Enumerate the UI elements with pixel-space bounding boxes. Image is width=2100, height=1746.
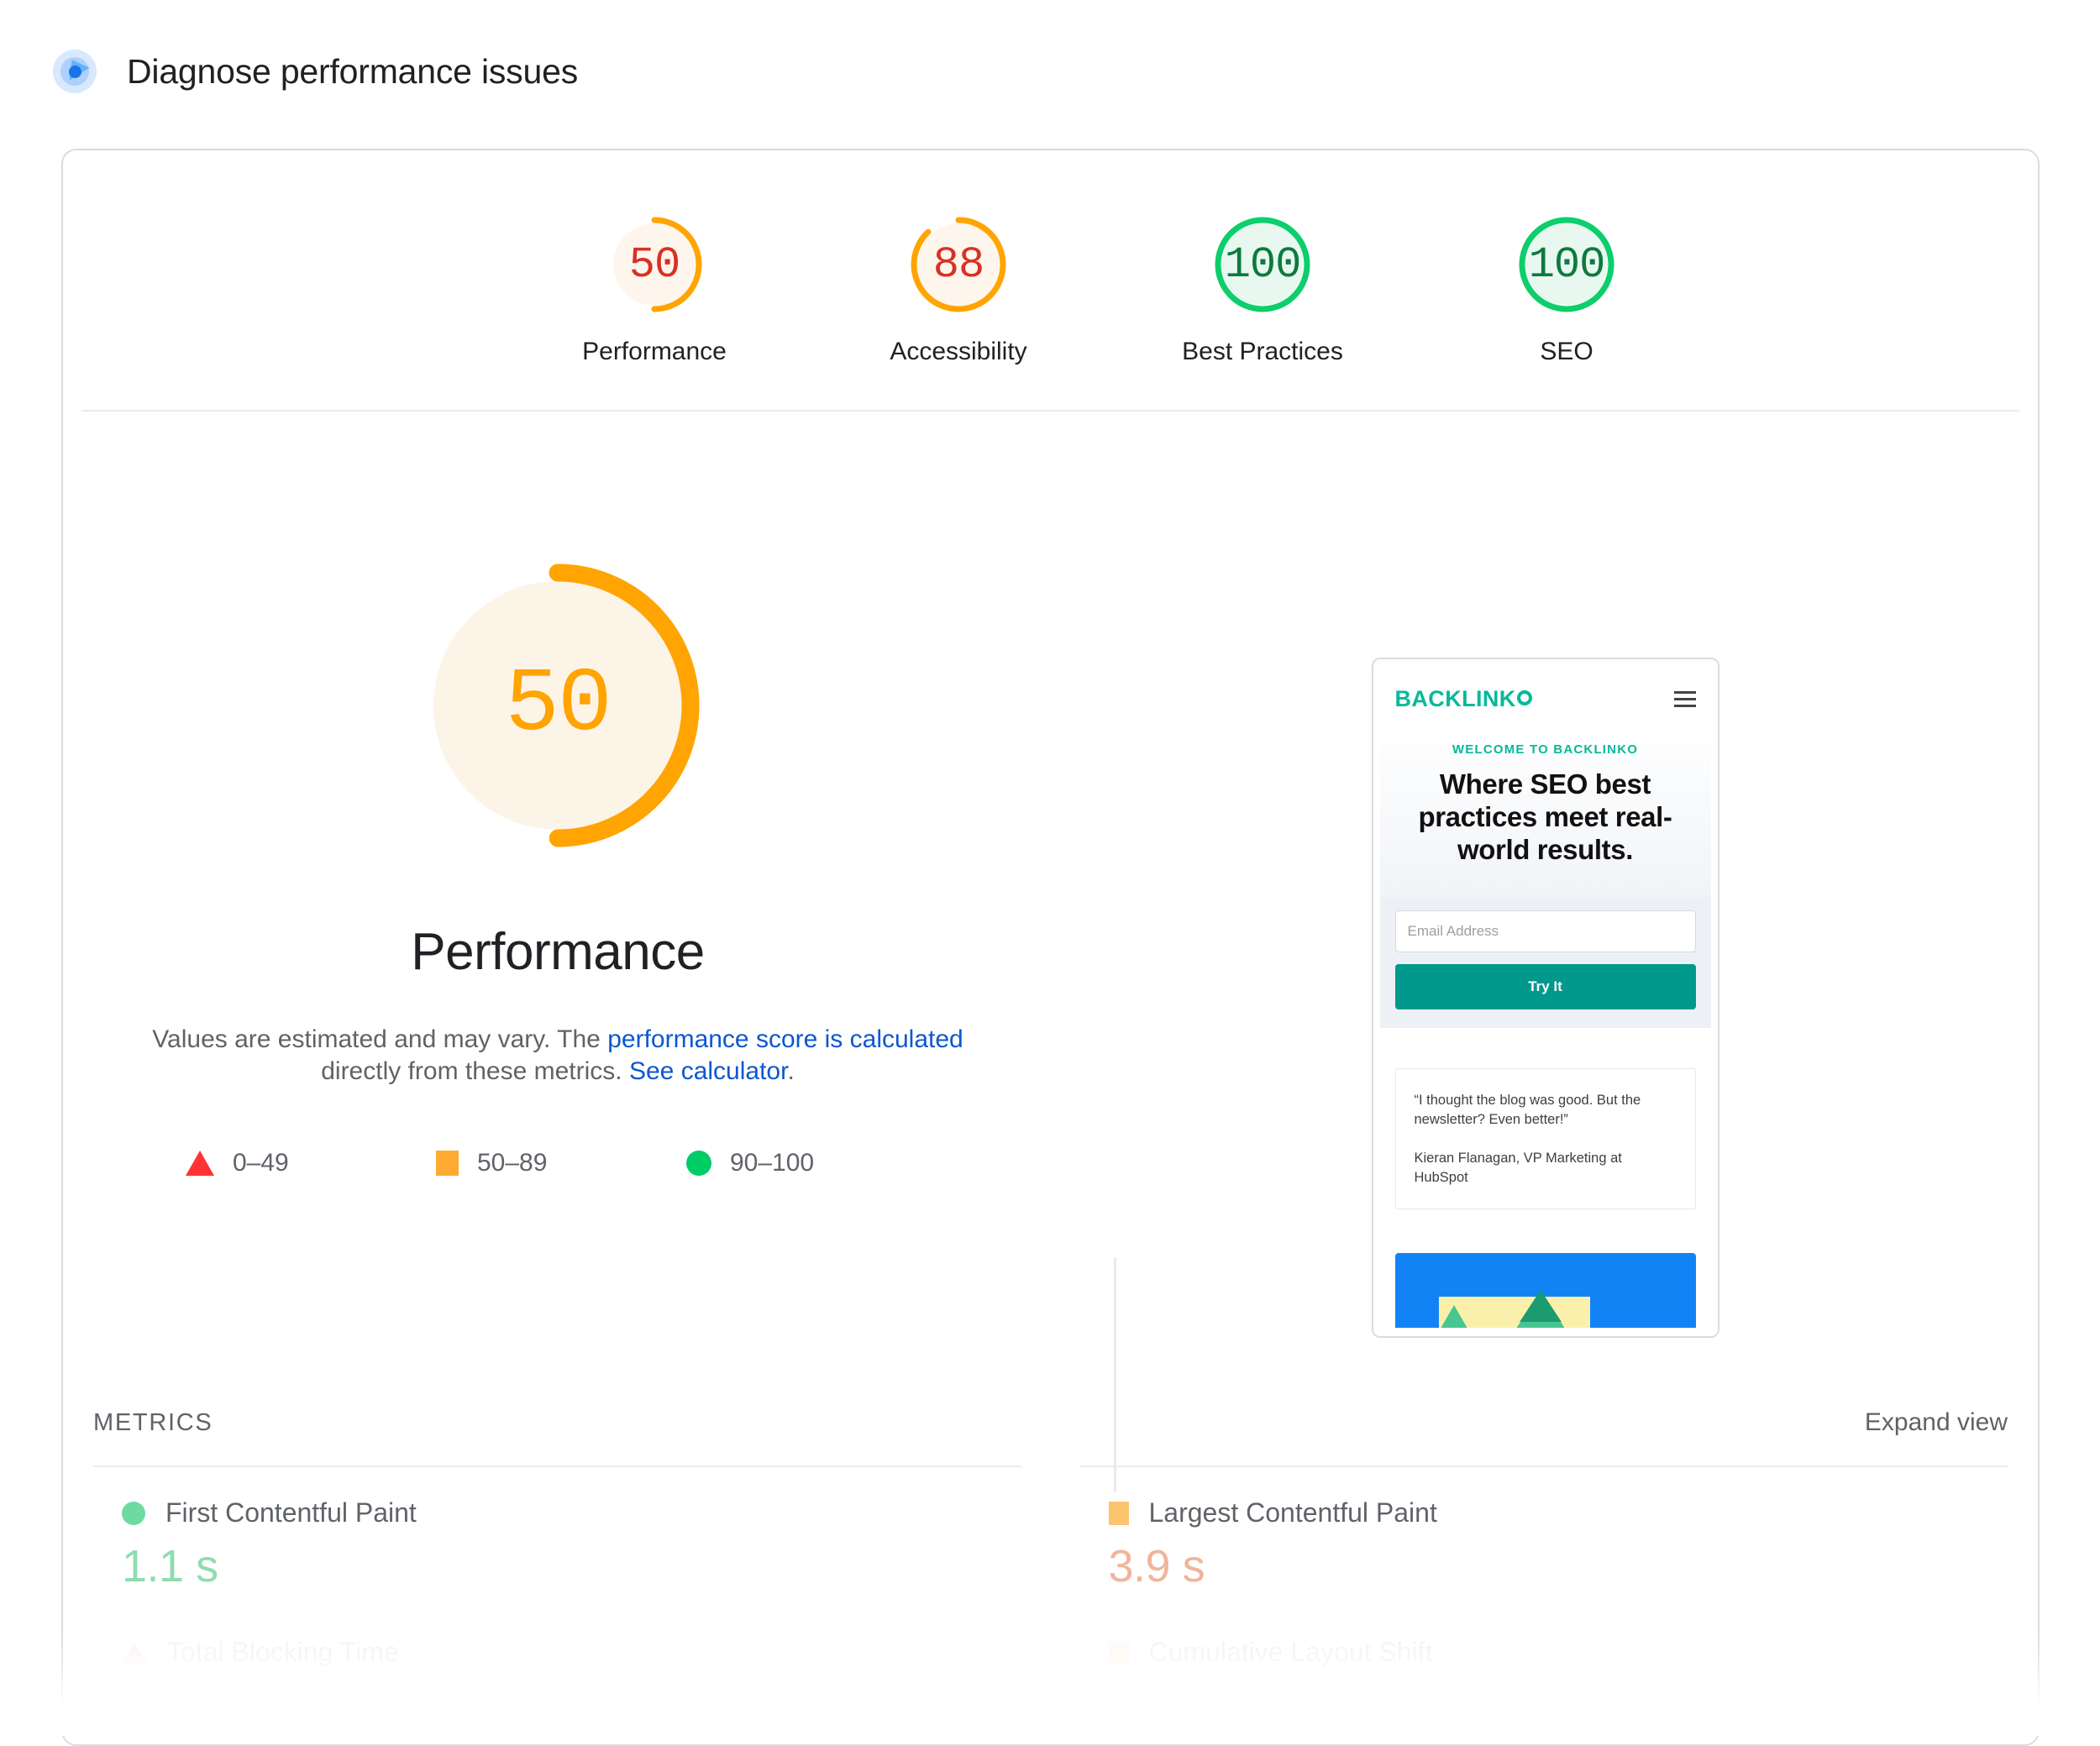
hamburger-menu-icon[interactable]: [1674, 691, 1696, 707]
legend-label-fail: 0–49: [233, 1149, 289, 1177]
triangle-fail-icon: [122, 1642, 147, 1664]
metrics-title: METRICS: [93, 1409, 213, 1437]
performance-description: Values are estimated and may vary. The p…: [134, 1024, 982, 1088]
legend-item-average: 50–89: [436, 1149, 686, 1177]
category-gauge-best-practices[interactable]: 100 Best Practices: [1110, 213, 1415, 366]
gauge-ring-performance: 50: [603, 213, 706, 316]
legend-item-pass: 90–100: [686, 1149, 937, 1177]
try-it-button[interactable]: Try It: [1395, 964, 1696, 1009]
square-average-icon: [436, 1151, 459, 1176]
desc-text-3: .: [787, 1057, 794, 1085]
metrics-header: METRICS Expand view: [63, 1338, 2038, 1437]
circle-pass-icon: [122, 1502, 145, 1525]
metric-name: Total Blocking Time: [167, 1637, 399, 1668]
vertical-divider: [1114, 1257, 1116, 1492]
expand-view-button[interactable]: Expand view: [1865, 1408, 2008, 1437]
final-screenshot-pane: BACKLINK WELCOME TO BACKLINKO Where SEO …: [1053, 412, 2038, 1338]
page-title: Diagnose performance issues: [127, 52, 578, 92]
desc-text-1: Values are estimated and may vary. The: [152, 1025, 607, 1053]
performance-score-calculated-link[interactable]: performance score is calculated: [607, 1025, 963, 1053]
site-logo: BACKLINK: [1395, 686, 1532, 712]
page-header: Diagnose performance issues: [0, 0, 2100, 101]
category-gauge-accessibility[interactable]: 88 Accessibility: [806, 213, 1110, 366]
gauge-score-best-practices: 100: [1211, 213, 1314, 316]
metric-name: First Contentful Paint: [165, 1497, 417, 1528]
gauge-label-best-practices: Best Practices: [1182, 338, 1343, 366]
testimonial-quote: “I thought the blog was good. But the ne…: [1415, 1091, 1677, 1130]
performance-body: 50 Performance Values are estimated and …: [63, 412, 2038, 1338]
lighthouse-icon: [53, 50, 97, 93]
square-average-icon: [1109, 1641, 1129, 1665]
performance-summary-pane: 50 Performance Values are estimated and …: [63, 412, 1053, 1338]
category-score-strip: 50 Performance 88 Accessibility 100: [63, 150, 2038, 366]
promo-banner-image: [1395, 1253, 1696, 1329]
lighthouse-report-card: 50 Performance 88 Accessibility 100: [61, 149, 2040, 1746]
gauge-score-accessibility: 88: [907, 213, 1010, 316]
legend-label-average: 50–89: [477, 1149, 547, 1177]
gauge-label-accessibility: Accessibility: [890, 338, 1026, 366]
logo-o-ring-icon: [1517, 690, 1532, 705]
desc-text-2: directly from these metrics.: [321, 1057, 629, 1085]
legend-label-pass: 90–100: [730, 1149, 814, 1177]
metric-total-blocking-time[interactable]: Total Blocking Time: [93, 1605, 1021, 1744]
category-gauge-seo[interactable]: 100 SEO: [1415, 213, 1719, 366]
testimonial-attribution: Kieran Flanagan, VP Marketing at HubSpot: [1415, 1149, 1677, 1188]
metric-value: 3.9 s: [1109, 1540, 2008, 1592]
hero-eyebrow: WELCOME TO BACKLINKO: [1397, 742, 1694, 757]
metric-value: 1.1 s: [122, 1540, 1021, 1592]
gauge-label-seo: SEO: [1540, 338, 1593, 366]
metric-largest-contentful-paint[interactable]: Largest Contentful Paint 3.9 s: [1080, 1465, 2008, 1605]
newsletter-form: Email Address Try It: [1380, 897, 1711, 1028]
site-navbar: BACKLINK: [1380, 668, 1711, 721]
gauge-ring-accessibility: 88: [907, 213, 1010, 316]
testimonial-card: “I thought the blog was good. But the ne…: [1395, 1068, 1696, 1209]
gauge-label-performance: Performance: [582, 338, 727, 366]
email-field[interactable]: Email Address: [1395, 910, 1696, 952]
circle-pass-icon: [686, 1151, 711, 1176]
performance-heading: Performance: [411, 922, 704, 982]
metric-cumulative-layout-shift[interactable]: Cumulative Layout Shift: [1080, 1605, 2008, 1744]
gauge-ring-best-practices: 100: [1211, 213, 1314, 316]
score-legend: 0–49 50–89 90–100: [179, 1149, 937, 1177]
hero-headline: Where SEO best practices meet real-world…: [1397, 768, 1694, 867]
metric-first-contentful-paint[interactable]: First Contentful Paint 1.1 s: [93, 1465, 1021, 1605]
square-average-icon: [1109, 1502, 1129, 1525]
legend-item-fail: 0–49: [186, 1149, 436, 1177]
site-hero: WELCOME TO BACKLINKO Where SEO best prac…: [1380, 721, 1711, 897]
metric-name: Largest Contentful Paint: [1149, 1497, 1437, 1528]
page-screenshot: BACKLINK WELCOME TO BACKLINKO Where SEO …: [1380, 668, 1711, 1328]
gauge-score-seo: 100: [1515, 213, 1618, 316]
mobile-device-frame[interactable]: BACKLINK WELCOME TO BACKLINKO Where SEO …: [1372, 658, 1719, 1338]
metric-name: Cumulative Layout Shift: [1149, 1637, 1433, 1668]
see-calculator-link[interactable]: See calculator: [629, 1057, 787, 1085]
performance-gauge-large: 50: [407, 554, 709, 857]
gauge-ring-seo: 100: [1515, 213, 1618, 316]
gauge-score-performance: 50: [603, 213, 706, 316]
metrics-grid: First Contentful Paint 1.1 s Largest Con…: [63, 1465, 2038, 1744]
category-gauge-performance[interactable]: 50 Performance: [502, 213, 806, 366]
site-logo-text: BACKLINK: [1395, 686, 1516, 711]
performance-gauge-score: 50: [407, 554, 709, 857]
triangle-fail-icon: [186, 1151, 214, 1176]
